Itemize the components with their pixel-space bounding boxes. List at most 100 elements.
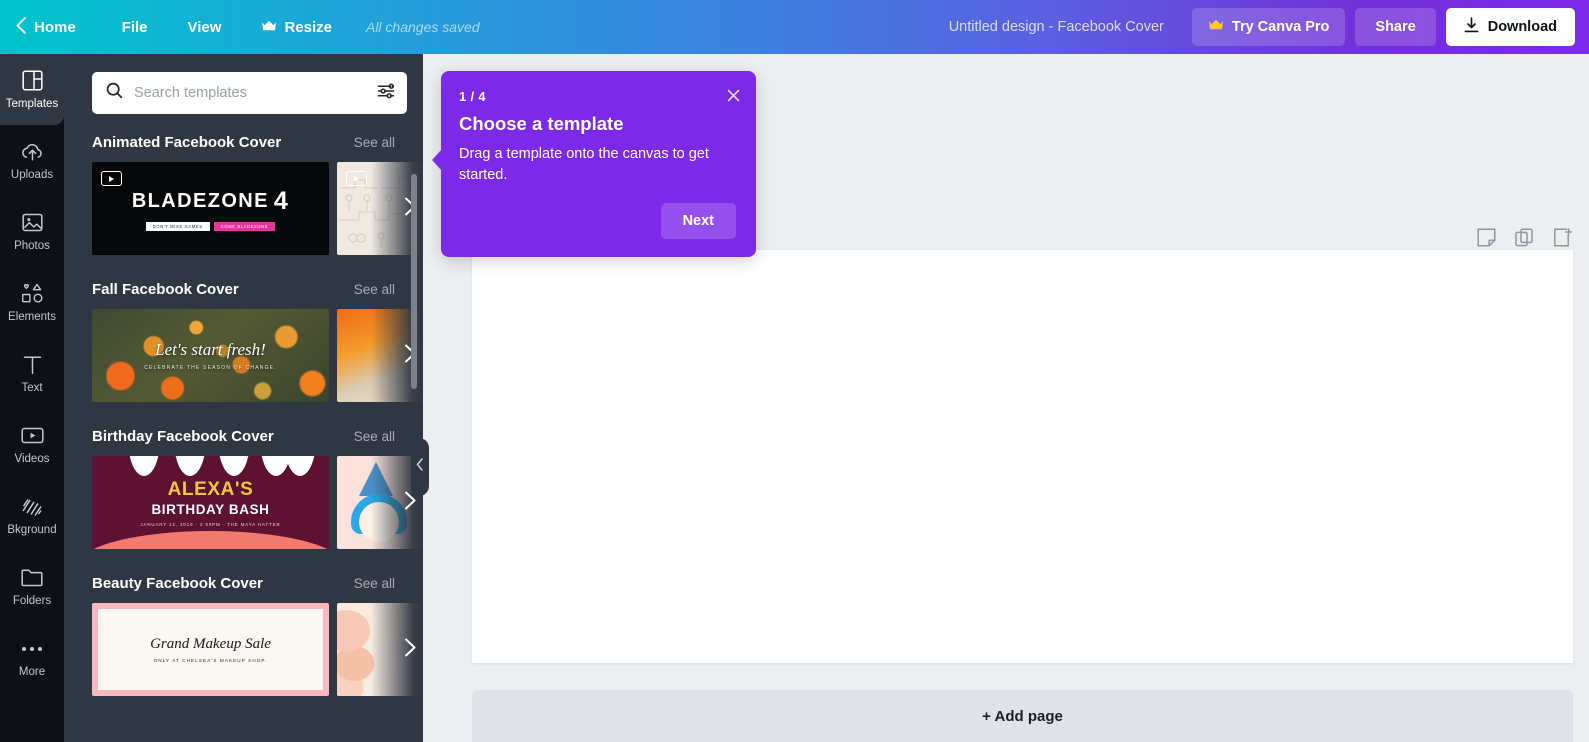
duplicate-page-icon[interactable] xyxy=(1515,228,1534,252)
thumbnail-art: BLADEZONE 4 DON'T MISS GAMES COME BLADEZ… xyxy=(92,162,329,255)
thumbnail-art: Grand Makeup Sale ONLY AT CHELSEA'S MAKE… xyxy=(92,603,329,696)
template-section: Beauty Facebook Cover See all Grand Make… xyxy=(64,565,423,712)
home-button[interactable]: Home xyxy=(0,0,102,54)
add-page-button[interactable]: + Add page xyxy=(982,708,1063,725)
sidebar-item-videos[interactable]: Videos xyxy=(0,409,64,480)
thumbnail-headline: Grand Makeup Sale xyxy=(150,636,271,652)
thumbnail-inner-frame: Grand Makeup Sale ONLY AT CHELSEA'S MAKE… xyxy=(98,609,323,690)
thumbnail-pill-left: DON'T MISS GAMES xyxy=(145,221,210,231)
download-label: Download xyxy=(1487,19,1557,35)
add-page-strip[interactable]: + Add page xyxy=(472,690,1573,742)
sidebar-item-templates[interactable]: Templates xyxy=(0,54,64,125)
section-title: Beauty Facebook Cover xyxy=(92,575,263,592)
sidebar-item-elements[interactable]: Elements xyxy=(0,267,64,338)
see-all-link[interactable]: See all xyxy=(354,429,395,444)
thumbnail-headline: ALEXA'S xyxy=(167,478,254,500)
upload-cloud-icon xyxy=(21,140,44,164)
character-face xyxy=(359,502,399,542)
template-thumbnail[interactable]: Let's start fresh! CELEBRATE THE SEASON … xyxy=(92,309,329,402)
next-templates-arrow-icon[interactable] xyxy=(404,637,417,662)
template-thumbnail-row: ALEXA'S BIRTHDAY BASH JANUARY 12, 2019 ·… xyxy=(92,456,423,549)
collapse-panel-handle[interactable] xyxy=(411,438,429,496)
resize-button[interactable]: Resize xyxy=(241,0,352,54)
sidebar-item-label: Elements xyxy=(8,310,56,323)
design-canvas-page[interactable] xyxy=(472,250,1573,663)
top-toolbar: Home File View Resize All changes saved … xyxy=(0,0,1589,54)
template-thumbnail[interactable]: ALEXA'S BIRTHDAY BASH JANUARY 12, 2019 ·… xyxy=(92,456,329,549)
search-bar[interactable] xyxy=(92,72,407,114)
panel-scrollbar[interactable] xyxy=(411,174,417,389)
sidebar-item-photos[interactable]: Photos xyxy=(0,196,64,267)
thumbnail-subline: ONLY AT CHELSEA'S MAKEUP SHOP. xyxy=(153,658,268,663)
section-header: Animated Facebook Cover See all xyxy=(92,124,423,162)
thumbnail-subline: JANUARY 12, 2019 · 2:00PM · THE MAYA HAT… xyxy=(140,521,281,527)
sidebar-item-bkground[interactable]: Bkground xyxy=(0,480,64,551)
search-icon xyxy=(106,82,123,104)
thumbnail-headline: Let's start fresh! xyxy=(155,340,266,359)
tooltip-next-button[interactable]: Next xyxy=(660,203,736,239)
template-thumbnail[interactable]: BLADEZONE 4 DON'T MISS GAMES COME BLADEZ… xyxy=(92,162,329,255)
sidebar-item-text[interactable]: Text xyxy=(0,338,64,409)
section-header: Fall Facebook Cover See all xyxy=(92,271,423,309)
chevron-left-icon xyxy=(416,458,424,476)
share-button[interactable]: Share xyxy=(1355,8,1436,46)
left-icon-rail: Templates Uploads Photos Elements Text V… xyxy=(0,54,64,742)
thumbnail-headline-number: 4 xyxy=(273,186,290,215)
sidebar-item-label: Bkground xyxy=(7,523,57,536)
filter-sliders-icon[interactable] xyxy=(377,82,395,105)
video-icon xyxy=(20,424,44,448)
crown-icon xyxy=(1208,19,1224,35)
section-title: Birthday Facebook Cover xyxy=(92,428,274,445)
file-menu-button[interactable]: File xyxy=(102,0,168,54)
chevron-left-icon xyxy=(16,16,27,38)
hatch-pattern-icon xyxy=(21,495,43,519)
add-page-icon[interactable] xyxy=(1553,228,1573,252)
sidebar-item-more[interactable]: More xyxy=(0,622,64,693)
template-thumbnail[interactable]: Grand Makeup Sale ONLY AT CHELSEA'S MAKE… xyxy=(92,603,329,696)
document-title[interactable]: Untitled design - Facebook Cover xyxy=(949,19,1192,35)
download-button[interactable]: Download xyxy=(1445,8,1575,46)
sidebar-item-label: Videos xyxy=(14,452,50,465)
file-label: File xyxy=(121,18,148,36)
sidebar-item-uploads[interactable]: Uploads xyxy=(0,125,64,196)
home-label: Home xyxy=(34,18,76,36)
tooltip-step-counter: 1 / 4 xyxy=(459,89,486,104)
thumbnail-subline: DON'T MISS GAMES COME BLADEZONE xyxy=(145,221,276,231)
top-toolbar-left: Home File View Resize All changes saved xyxy=(0,0,494,54)
see-all-link[interactable]: See all xyxy=(354,135,395,150)
template-thumbnail-row: Grand Makeup Sale ONLY AT CHELSEA'S MAKE… xyxy=(92,603,423,696)
thumbnail-headline: BLADEZONE 4 xyxy=(132,187,289,216)
try-canva-pro-label: Try Canva Pro xyxy=(1231,19,1330,35)
templates-panel: Animated Facebook Cover See all BLADEZON… xyxy=(64,54,423,742)
view-label: View xyxy=(187,18,222,36)
sidebar-item-folders[interactable]: Folders xyxy=(0,551,64,622)
template-section: Fall Facebook Cover See all Let's start … xyxy=(64,271,423,418)
canvas-page-toolbar xyxy=(1477,228,1573,252)
image-icon xyxy=(21,211,43,235)
sidebar-item-label: Text xyxy=(21,381,43,394)
sidebar-item-label: Uploads xyxy=(10,168,54,181)
balloon-decoration xyxy=(92,456,329,476)
see-all-link[interactable]: See all xyxy=(354,576,395,591)
section-title: Fall Facebook Cover xyxy=(92,281,239,298)
save-status: All changes saved xyxy=(365,19,480,35)
templates-scroll-area[interactable]: Animated Facebook Cover See all BLADEZON… xyxy=(64,124,423,742)
search-input[interactable] xyxy=(134,85,366,101)
tooltip-title: Choose a template xyxy=(459,113,624,134)
view-menu-button[interactable]: View xyxy=(168,0,242,54)
sidebar-item-label: Folders xyxy=(12,594,52,607)
thumbnail-art: ALEXA'S BIRTHDAY BASH JANUARY 12, 2019 ·… xyxy=(92,456,329,549)
text-t-icon xyxy=(23,353,42,377)
crown-icon xyxy=(261,19,277,36)
try-canva-pro-button[interactable]: Try Canva Pro xyxy=(1191,8,1346,46)
template-thumbnail-row: Let's start fresh! CELEBRATE THE SEASON … xyxy=(92,309,423,402)
thumbnail-subheadline: BIRTHDAY BASH xyxy=(151,501,270,517)
wave-decoration xyxy=(92,531,329,549)
section-title: Animated Facebook Cover xyxy=(92,134,282,151)
close-icon[interactable] xyxy=(727,88,740,105)
search-area xyxy=(64,54,423,124)
see-all-link[interactable]: See all xyxy=(354,282,395,297)
notes-icon[interactable] xyxy=(1477,228,1496,252)
sidebar-item-label: Photos xyxy=(14,239,50,252)
template-section: Birthday Facebook Cover See all ALEXA'S … xyxy=(64,418,423,565)
